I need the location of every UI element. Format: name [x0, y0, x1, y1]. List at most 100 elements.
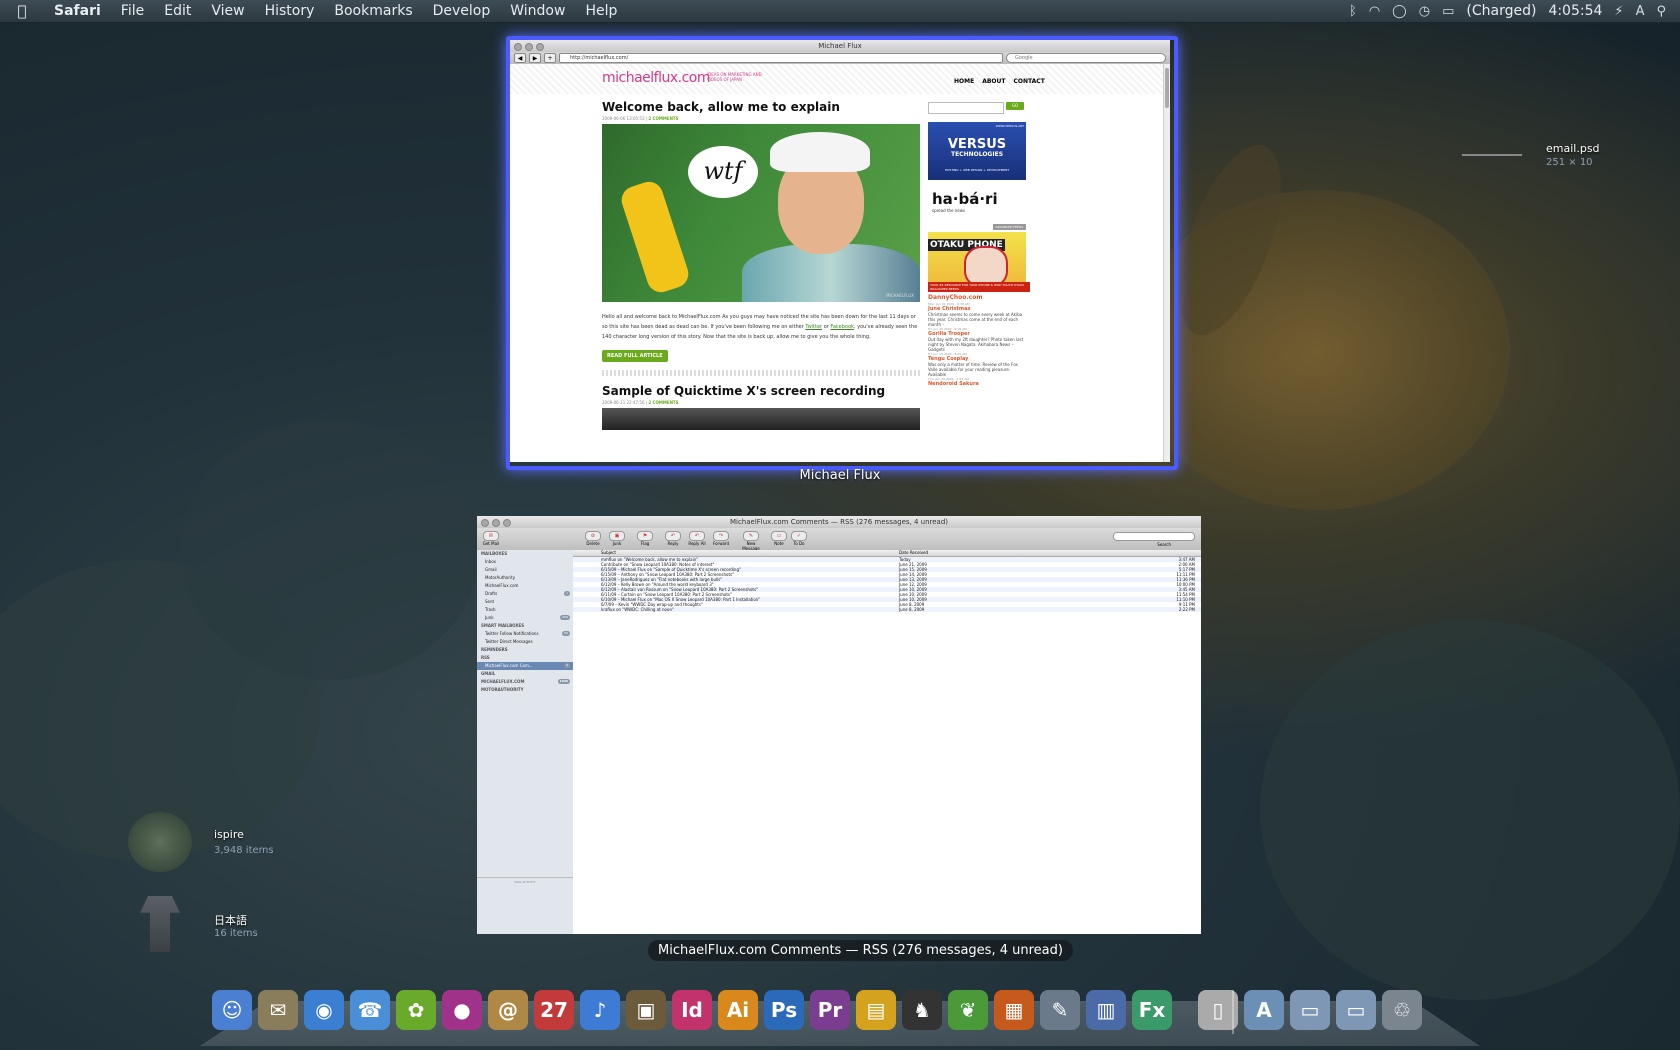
dock-script-editor-icon[interactable]: ✎: [1040, 990, 1080, 1030]
dock-frog-app-icon[interactable]: ✿: [396, 990, 436, 1030]
dock-documents-folder-icon[interactable]: ▭: [1290, 990, 1330, 1030]
zoom-button[interactable]: [536, 43, 544, 51]
dock-finder-icon[interactable]: ☺: [212, 990, 252, 1030]
site-logo-block[interactable]: michaelflux.com IDEAS ON MARKETING AND V…: [602, 70, 762, 86]
close-button[interactable]: [514, 43, 522, 51]
address-bar[interactable]: http://michaelflux.com/: [559, 53, 1003, 63]
sidebar-mailbox[interactable]: Junk 259: [477, 614, 573, 622]
power-icon[interactable]: ⚡: [1614, 4, 1623, 19]
spotlight-icon[interactable]: ⚲: [1656, 4, 1666, 19]
sidebar-section-header[interactable]: MICHAELFLUX.COM 1036: [477, 678, 573, 686]
dock-transmit-icon[interactable]: ▤: [856, 990, 896, 1030]
sidebar-mailbox[interactable]: Gmail: [477, 566, 573, 574]
sidebar-section-header[interactable]: MOTORAUTHORITY: [477, 686, 573, 694]
dock-ical-icon[interactable]: 27: [534, 990, 574, 1030]
zoom-button[interactable]: [503, 519, 511, 527]
dock-leaf-app-icon[interactable]: ❦: [948, 990, 988, 1030]
menu-edit[interactable]: Edit: [154, 0, 201, 22]
wifi-icon[interactable]: ◠: [1369, 4, 1380, 19]
reply-all-button[interactable]: ↶ Reply All: [685, 531, 709, 546]
feed-title-link[interactable]: Nendoroid Sakura: [928, 382, 1026, 387]
mail-window[interactable]: MichaelFlux.com Comments — RSS (276 mess…: [477, 516, 1201, 934]
junk-button[interactable]: ▣ Junk: [605, 531, 629, 546]
sidebar-section-header[interactable]: SMART MAILBOXES: [477, 622, 573, 630]
dock-mail-stamp-icon[interactable]: ✉: [258, 990, 298, 1030]
add-bookmark-icon[interactable]: +: [544, 53, 556, 63]
subject-column-header[interactable]: Subject: [601, 550, 616, 556]
get-mail-button[interactable]: ✉ Get Mail: [479, 531, 503, 546]
nav-home[interactable]: HOME: [954, 78, 974, 85]
apple-menu-icon[interactable]: : [0, 2, 44, 20]
dock-indesign-icon[interactable]: Id: [672, 990, 712, 1030]
sidebar-mailbox[interactable]: MotorAuthority: [477, 574, 573, 582]
facebook-link[interactable]: Facebook: [830, 324, 854, 330]
psd-file-icon[interactable]: [1462, 146, 1522, 156]
date-column-header[interactable]: Date Received: [899, 550, 928, 556]
sidebar-mailbox[interactable]: Twitter Follow Notifications 56: [477, 630, 573, 638]
post2-image[interactable]: [602, 408, 920, 430]
site-search-go-button[interactable]: GO: [1006, 102, 1024, 110]
sidebar-section-header[interactable]: GMAIL: [477, 670, 573, 678]
input-menu-icon[interactable]: A: [1636, 4, 1645, 19]
reply-button[interactable]: ↶ Reply: [661, 531, 685, 546]
sidebar-mailbox[interactable]: MichaelFlux.com Com... 4: [477, 662, 573, 670]
nav-contact[interactable]: CONTACT: [1014, 78, 1045, 85]
todo-button[interactable]: ✓ To Do: [787, 531, 811, 546]
post-comments-link[interactable]: 2 COMMENTS: [648, 116, 678, 121]
dock-applications-folder-icon[interactable]: A: [1244, 990, 1284, 1030]
dock-flex-builder-icon[interactable]: Fx: [1132, 990, 1172, 1030]
flag-button[interactable]: ⚑ Flag: [633, 531, 657, 546]
menu-window[interactable]: Window: [500, 0, 575, 22]
message-row[interactable]: kraflux on "WWDC: Chilling at noon" June …: [573, 607, 1201, 612]
sidebar-mailbox[interactable]: MichaelFlux.com: [477, 582, 573, 590]
dock-twitter-app-icon[interactable]: ♞: [902, 990, 942, 1030]
minimize-button[interactable]: [492, 519, 500, 527]
menu-help[interactable]: Help: [575, 0, 627, 22]
post2-title[interactable]: Sample of Quicktime X's screen recording: [602, 384, 885, 398]
battery-icon[interactable]: ▭: [1442, 4, 1454, 19]
habari-ad[interactable]: ha·bá·ri spread the news ADVANCED FEEDS: [928, 190, 1026, 230]
dock-photoshop-icon[interactable]: Ps: [764, 990, 804, 1030]
sidebar-mailbox[interactable]: Sent: [477, 598, 573, 606]
forward-icon[interactable]: ▶: [529, 53, 541, 63]
close-button[interactable]: [481, 519, 489, 527]
dock-illustrator-icon[interactable]: Ai: [718, 990, 758, 1030]
time-machine-icon[interactable]: ◷: [1419, 4, 1430, 19]
google-search-field[interactable]: Google: [1006, 53, 1166, 63]
feed-source-link[interactable]: DannyChoo.com: [928, 294, 1026, 302]
nav-about[interactable]: ABOUT: [982, 78, 1005, 85]
battery-status[interactable]: (Charged): [1466, 3, 1536, 19]
dock-premiere-icon[interactable]: Pr: [810, 990, 850, 1030]
dock-activity-monitor-icon[interactable]: ▥: [1086, 990, 1126, 1030]
ispire-folder-icon[interactable]: [128, 812, 192, 872]
post2-comments-link[interactable]: 2 COMMENTS: [648, 400, 678, 405]
sidebar-section-header[interactable]: MAILBOXES: [477, 550, 573, 558]
menu-app-name[interactable]: Safari: [44, 0, 111, 22]
mail-search-field[interactable]: [1113, 532, 1195, 541]
delete-button[interactable]: ⊘ Delete: [581, 531, 605, 546]
dock-ichat-icon[interactable]: ☎: [350, 990, 390, 1030]
dock-downloads-folder-icon[interactable]: ▭: [1336, 990, 1376, 1030]
dock-system-app-icon[interactable]: ●: [442, 990, 482, 1030]
dock-iphoto-icon[interactable]: ▣: [626, 990, 666, 1030]
sidebar-section-header[interactable]: RSS: [477, 654, 573, 662]
menu-bookmarks[interactable]: Bookmarks: [324, 0, 422, 22]
new-message-button[interactable]: ✎ New Message: [739, 531, 763, 551]
bluetooth-icon[interactable]: ᛒ: [1349, 4, 1357, 19]
sidebar-mailbox[interactable]: Inbox: [477, 558, 573, 566]
japanese-folder-name[interactable]: 日本語: [214, 912, 247, 928]
twitter-link[interactable]: Twitter: [805, 324, 822, 330]
forward-button[interactable]: ↷ Forward: [709, 531, 733, 546]
site-logo[interactable]: michaelflux.com: [602, 70, 711, 86]
menu-file[interactable]: File: [111, 0, 154, 22]
ichat-status-icon[interactable]: ◯: [1392, 4, 1407, 19]
post-title[interactable]: Welcome back, allow me to explain: [602, 100, 840, 114]
menu-history[interactable]: History: [255, 0, 325, 22]
menu-view[interactable]: View: [201, 0, 254, 22]
sidebar-section-header[interactable]: REMINDERS: [477, 646, 573, 654]
dock-trash-icon[interactable]: ♲: [1382, 990, 1422, 1030]
minimize-button[interactable]: [525, 43, 533, 51]
site-search-input[interactable]: [928, 102, 1004, 114]
menubar-clock[interactable]: 4:05:54: [1548, 3, 1602, 19]
dock-safari-icon[interactable]: ◉: [304, 990, 344, 1030]
